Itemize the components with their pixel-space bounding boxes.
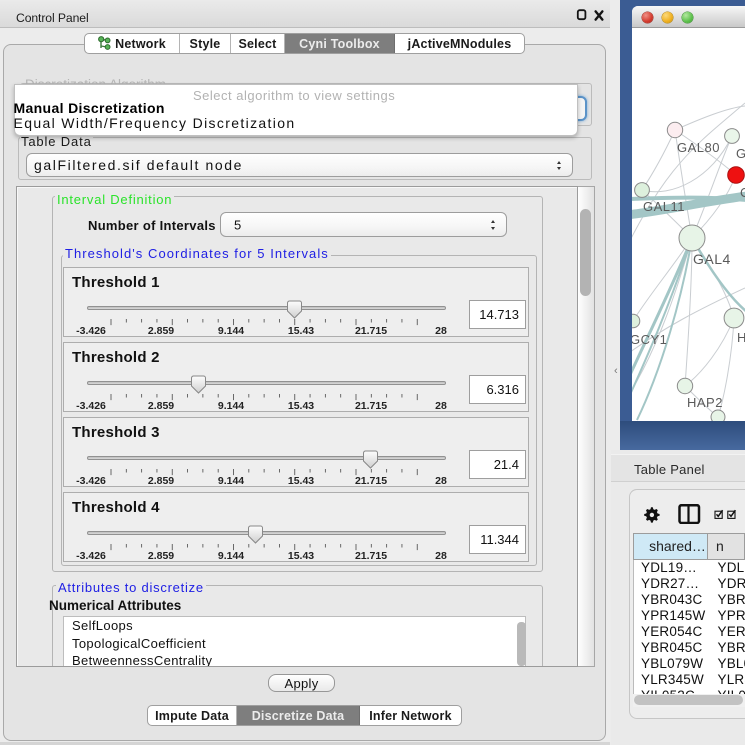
svg-text:GAL80: GAL80 <box>677 140 720 155</box>
svg-text:GA: GA <box>736 146 745 161</box>
svg-text:C: C <box>740 185 745 200</box>
svg-text:H: H <box>737 330 745 345</box>
svg-text:GCY1: GCY1 <box>632 332 667 347</box>
svg-text:GAL4: GAL4 <box>693 251 731 267</box>
svg-text:HAP2: HAP2 <box>687 395 723 410</box>
svg-text:GAL11: GAL11 <box>643 199 685 214</box>
